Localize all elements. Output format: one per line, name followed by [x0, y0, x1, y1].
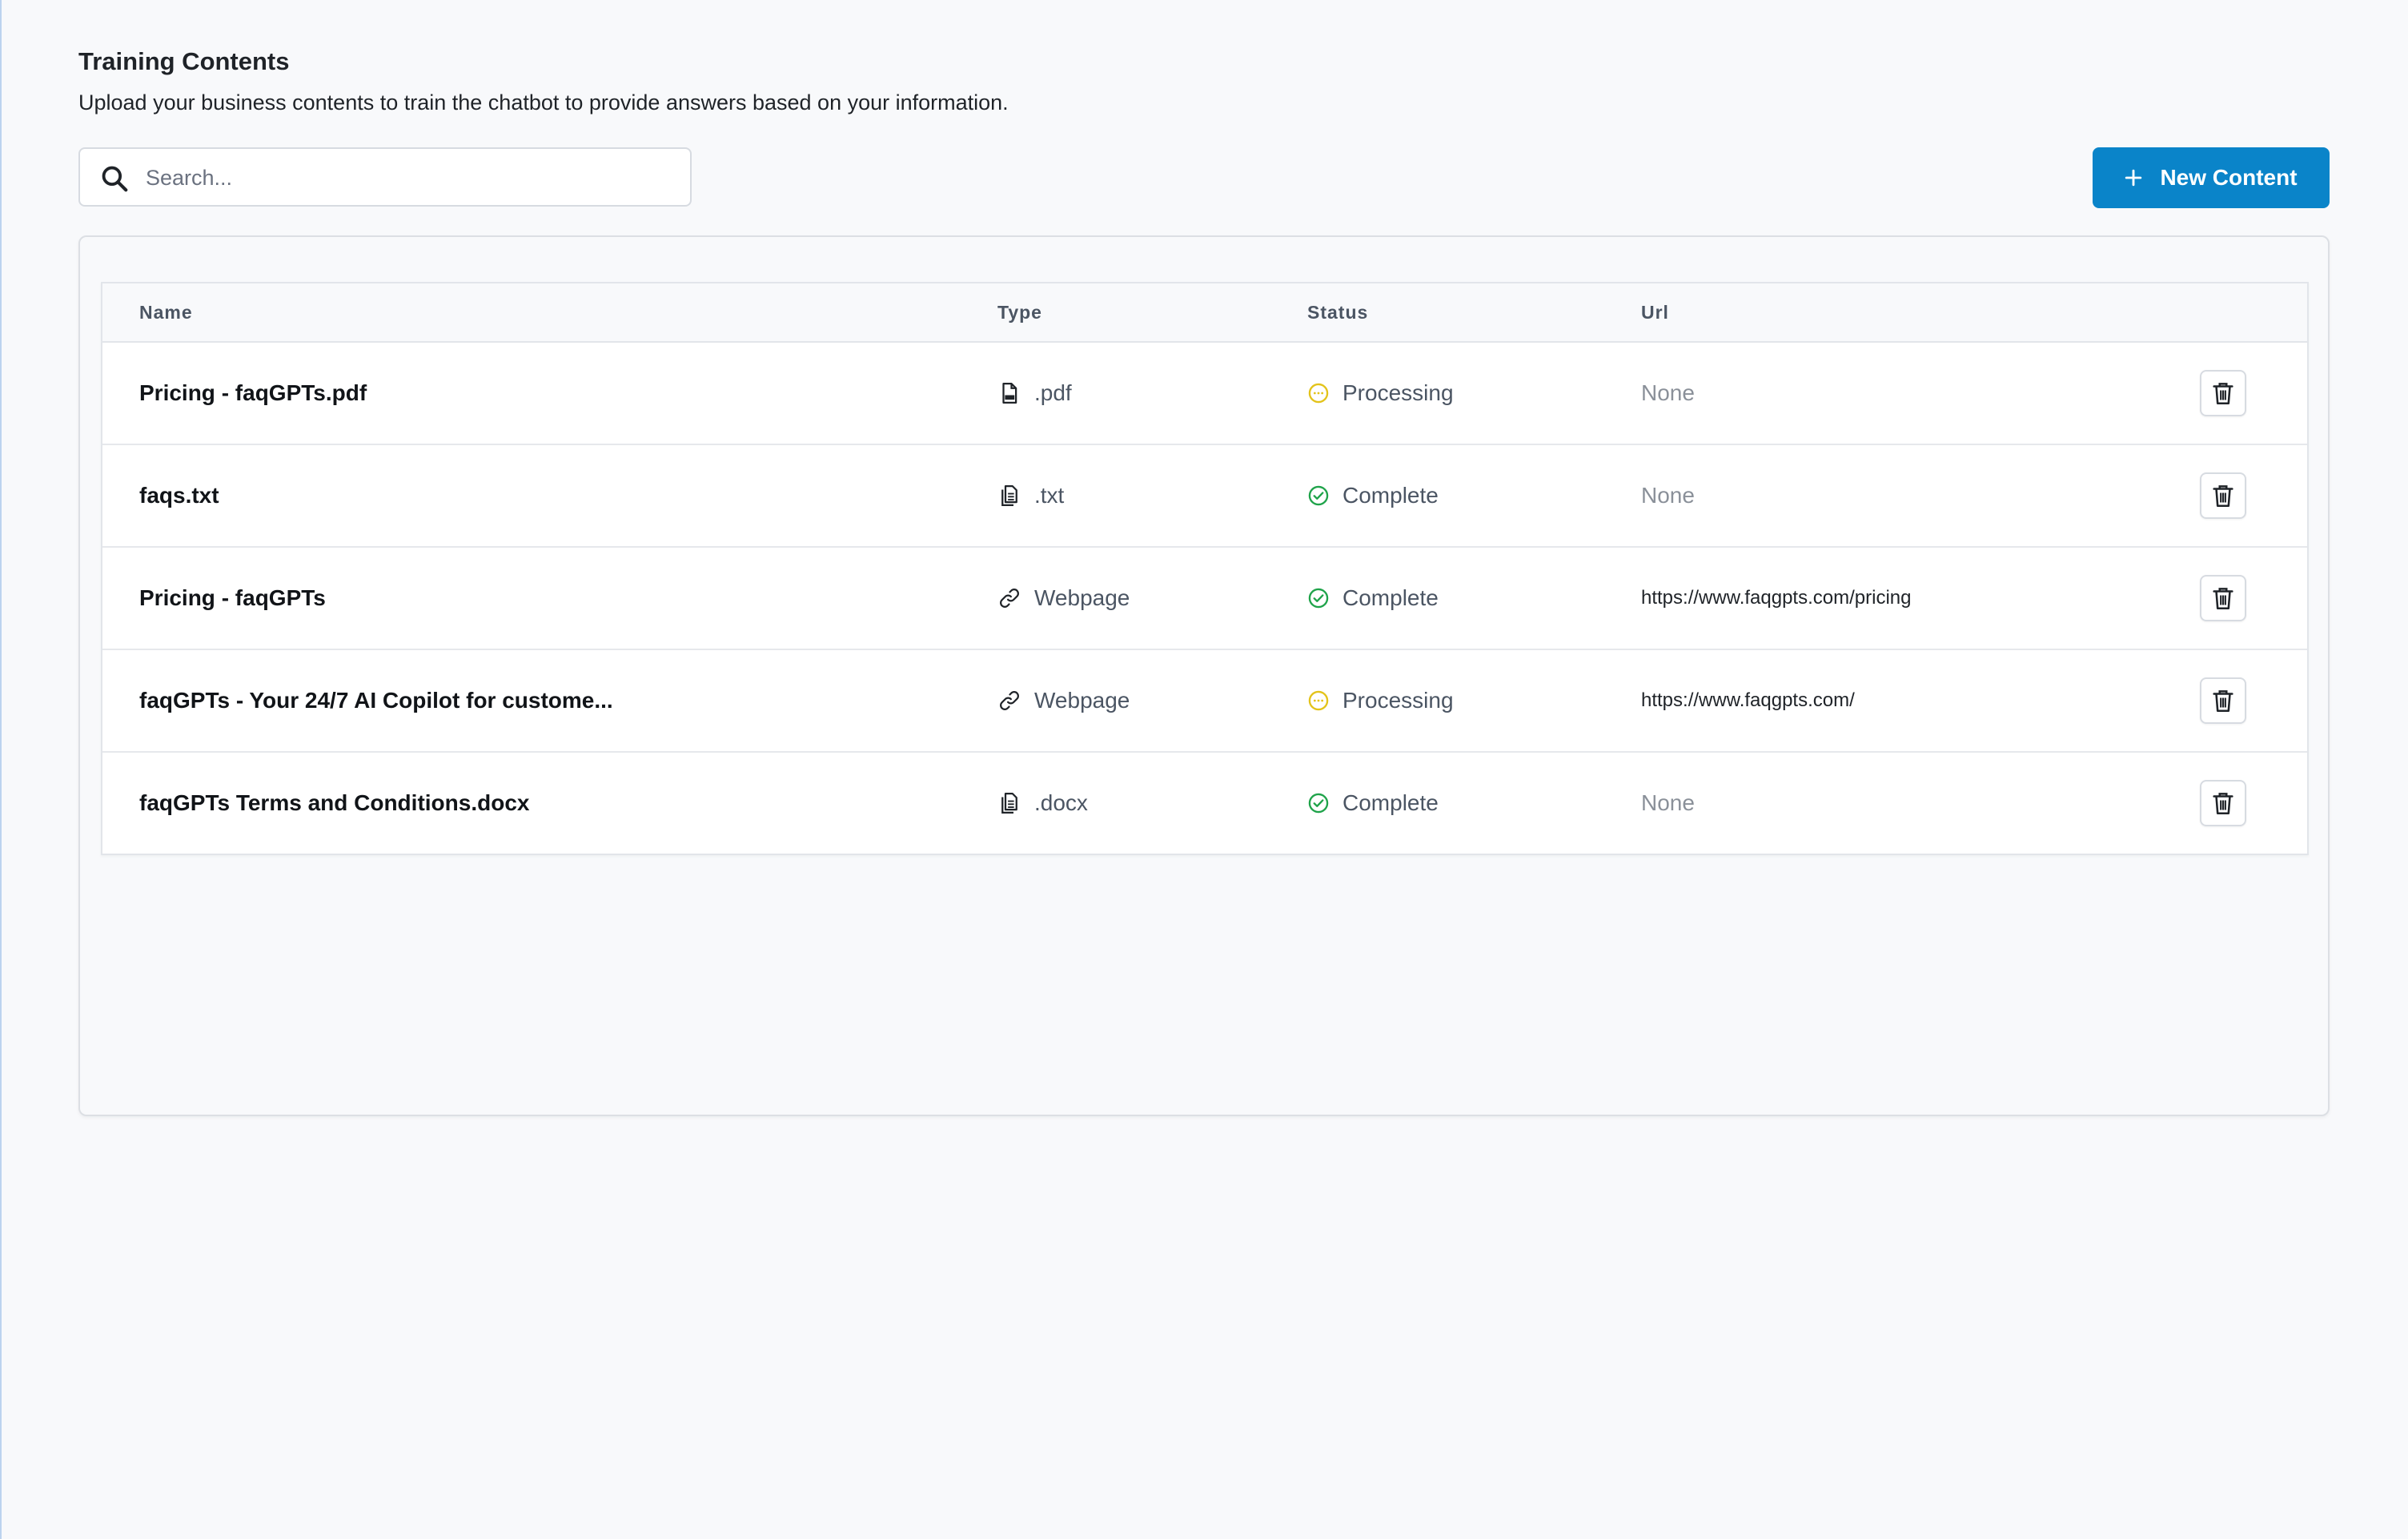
training-contents-page: Training Contents Upload your business c… — [78, 38, 2330, 1116]
trash-icon — [2213, 383, 2233, 405]
row-url-link[interactable]: https://www.faqgpts.com/pricing — [1641, 587, 1911, 609]
delete-button[interactable] — [2200, 370, 2246, 416]
search-icon — [102, 166, 128, 192]
row-type: Webpage — [1034, 585, 1130, 610]
toolbar: New Content — [78, 147, 2330, 210]
row-name: faqGPTs Terms and Conditions.docx — [139, 790, 530, 815]
table-row[interactable]: faqGPTs - Your 24/7 AI Copilot for custo… — [102, 650, 2307, 753]
row-url: None — [1641, 790, 1695, 815]
left-border — [0, 0, 2, 1539]
contents-table: Name Type Status Url Pricing - faqGPTs.p… — [101, 282, 2309, 855]
new-content-label: New Content — [2160, 165, 2298, 190]
row-url-link[interactable]: https://www.faqgpts.com/ — [1641, 689, 1855, 712]
processing-icon — [1308, 690, 1329, 711]
page-title: Training Contents — [78, 47, 290, 75]
row-name: faqGPTs - Your 24/7 AI Copilot for custo… — [139, 688, 613, 713]
search-box[interactable] — [78, 147, 692, 207]
document-file-icon — [1001, 485, 1017, 506]
column-header-type[interactable]: Type — [997, 283, 1042, 341]
row-status: Processing — [1342, 688, 1454, 713]
table-header: Name Type Status Url — [102, 283, 2307, 343]
document-file-icon — [1001, 793, 1017, 814]
plus-icon — [2125, 169, 2142, 187]
row-status: Complete — [1342, 585, 1439, 610]
trash-icon — [2213, 485, 2233, 508]
check-circle-icon — [1308, 588, 1329, 609]
pdf-file-icon — [1002, 383, 1017, 404]
trash-icon — [2213, 588, 2233, 610]
link-icon — [1000, 589, 1019, 608]
contents-card: Name Type Status Url Pricing - faqGPTs.p… — [78, 235, 2330, 1116]
row-name: Pricing - faqGPTs — [139, 585, 326, 610]
link-icon — [1000, 691, 1019, 710]
column-header-url[interactable]: Url — [1641, 283, 1669, 341]
row-url: None — [1641, 483, 1695, 508]
row-status: Complete — [1342, 790, 1439, 815]
check-circle-icon — [1308, 793, 1329, 814]
processing-icon — [1308, 383, 1329, 404]
check-circle-icon — [1308, 485, 1329, 506]
page-subtitle: Upload your business contents to train t… — [78, 90, 1009, 115]
delete-button[interactable] — [2200, 677, 2246, 724]
search-input[interactable] — [144, 149, 676, 207]
row-name: Pricing - faqGPTs.pdf — [139, 380, 367, 405]
row-type: .pdf — [1034, 380, 1072, 405]
table-row[interactable]: Pricing - faqGPTs.pdf .pdf Processing No… — [102, 343, 2307, 445]
trash-icon — [2213, 793, 2233, 815]
row-type: .docx — [1034, 790, 1088, 815]
delete-button[interactable] — [2200, 472, 2246, 519]
delete-button[interactable] — [2200, 575, 2246, 621]
new-content-button[interactable]: New Content — [2093, 147, 2330, 208]
column-header-name[interactable]: Name — [139, 283, 193, 341]
trash-icon — [2213, 690, 2233, 713]
row-url: None — [1641, 380, 1695, 405]
row-type: .txt — [1034, 483, 1065, 508]
row-status: Complete — [1342, 483, 1439, 508]
table-row[interactable]: Pricing - faqGPTs Webpage Complete https — [102, 548, 2307, 650]
delete-button[interactable] — [2200, 780, 2246, 826]
table-row[interactable]: faqGPTs Terms and Conditions.docx .docx … — [102, 753, 2307, 854]
column-header-status[interactable]: Status — [1307, 283, 1368, 341]
table-row[interactable]: faqs.txt .txt Complete None — [102, 445, 2307, 548]
row-name: faqs.txt — [139, 483, 219, 508]
row-status: Processing — [1342, 380, 1454, 405]
row-type: Webpage — [1034, 688, 1130, 713]
